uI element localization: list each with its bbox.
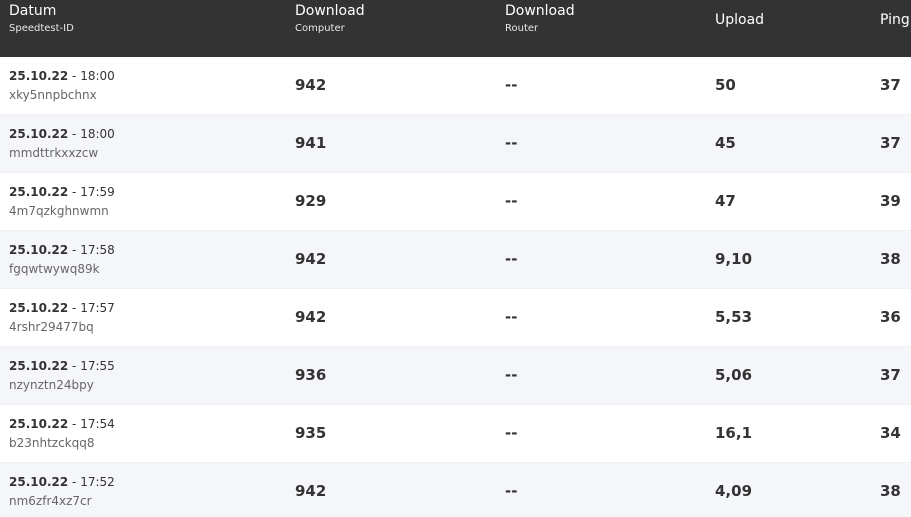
test-date: 25.10.22 <box>9 301 69 315</box>
table-row[interactable]: 25.10.22 - 17:55 nzynztn24bpy 936 -- 5,0… <box>0 347 911 405</box>
upload-value: 5,53 <box>715 308 753 326</box>
test-time: - 17:58 <box>72 243 115 257</box>
test-date: 25.10.22 <box>9 243 69 257</box>
download-router-value: -- <box>505 366 518 384</box>
date-cell: 25.10.22 - 18:00 mmdttrkxxzcw <box>9 127 115 161</box>
test-time: - 17:52 <box>72 475 115 489</box>
ping-value: 34 <box>880 424 901 442</box>
test-time: - 18:00 <box>72 69 115 83</box>
column-header-download-router-label: Download <box>505 3 575 19</box>
download-router-value: -- <box>505 250 518 268</box>
table-row[interactable]: 25.10.22 - 18:00 xky5nnpbchnx 942 -- 50 … <box>0 57 911 115</box>
speedtest-id: fgqwtwywq89k <box>9 262 100 276</box>
ping-value: 39 <box>880 192 901 210</box>
download-computer-value: 935 <box>295 424 327 442</box>
column-header-download-computer[interactable]: Download Computer <box>295 0 365 57</box>
date-cell: 25.10.22 - 17:54 b23nhtzckqq8 <box>9 417 115 451</box>
upload-value: 45 <box>715 134 736 152</box>
download-router-value: -- <box>505 308 518 326</box>
test-time: - 17:59 <box>72 185 115 199</box>
table-row[interactable]: 25.10.22 - 17:54 b23nhtzckqq8 935 -- 16,… <box>0 405 911 463</box>
ping-value: 37 <box>880 366 901 384</box>
date-cell: 25.10.22 - 17:57 4rshr29477bq <box>9 301 115 335</box>
ping-value: 37 <box>880 76 901 94</box>
upload-value: 5,06 <box>715 366 753 384</box>
download-router-value: -- <box>505 424 518 442</box>
test-time: - 17:54 <box>72 417 115 431</box>
column-header-ping-label: Ping <box>880 12 910 28</box>
test-time: - 18:00 <box>72 127 115 141</box>
upload-value: 47 <box>715 192 736 210</box>
column-header-date[interactable]: Datum Speedtest-ID <box>9 0 74 57</box>
download-computer-value: 942 <box>295 308 327 326</box>
upload-value: 50 <box>715 76 736 94</box>
speedtest-id: b23nhtzckqq8 <box>9 436 95 450</box>
upload-value: 16,1 <box>715 424 753 442</box>
upload-value: 4,09 <box>715 482 753 500</box>
upload-value: 9,10 <box>715 250 753 268</box>
speedtest-id: nzynztn24bpy <box>9 378 94 392</box>
ping-value: 38 <box>880 250 901 268</box>
column-header-download-computer-sub: Computer <box>295 23 345 34</box>
table-row[interactable]: 25.10.22 - 17:57 4rshr29477bq 942 -- 5,5… <box>0 289 911 347</box>
test-date: 25.10.22 <box>9 475 69 489</box>
column-header-ping[interactable]: Ping <box>880 0 910 57</box>
download-computer-value: 941 <box>295 134 327 152</box>
speedtest-id: 4rshr29477bq <box>9 320 94 334</box>
column-header-date-sub: Speedtest-ID <box>9 23 74 34</box>
download-router-value: -- <box>505 134 518 152</box>
download-computer-value: 942 <box>295 482 327 500</box>
download-computer-value: 942 <box>295 250 327 268</box>
date-cell: 25.10.22 - 17:58 fgqwtwywq89k <box>9 243 115 277</box>
speedtest-id: mmdttrkxxzcw <box>9 146 99 160</box>
speedtest-id: nm6zfr4xz7cr <box>9 494 92 508</box>
ping-value: 38 <box>880 482 901 500</box>
download-router-value: -- <box>505 482 518 500</box>
table-header: Datum Speedtest-ID Download Computer Dow… <box>0 0 911 57</box>
date-cell: 25.10.22 - 17:52 nm6zfr4xz7cr <box>9 475 115 509</box>
table-row[interactable]: 25.10.22 - 18:00 mmdttrkxxzcw 941 -- 45 … <box>0 115 911 173</box>
ping-value: 36 <box>880 308 901 326</box>
download-router-value: -- <box>505 76 518 94</box>
column-header-date-label: Datum <box>9 3 57 19</box>
column-header-upload[interactable]: Upload <box>715 0 764 57</box>
date-cell: 25.10.22 - 17:55 nzynztn24bpy <box>9 359 115 393</box>
test-date: 25.10.22 <box>9 185 69 199</box>
download-computer-value: 929 <box>295 192 327 210</box>
column-header-download-router-sub: Router <box>505 23 539 34</box>
speedtest-id: xky5nnpbchnx <box>9 88 97 102</box>
column-header-download-computer-label: Download <box>295 3 365 19</box>
test-date: 25.10.22 <box>9 69 69 83</box>
test-date: 25.10.22 <box>9 417 69 431</box>
date-cell: 25.10.22 - 17:59 4m7qzkghnwmn <box>9 185 115 219</box>
download-computer-value: 936 <box>295 366 327 384</box>
test-date: 25.10.22 <box>9 127 69 141</box>
test-time: - 17:55 <box>72 359 115 373</box>
test-time: - 17:57 <box>72 301 115 315</box>
speedtest-results-table: Datum Speedtest-ID Download Computer Dow… <box>0 0 911 517</box>
column-header-upload-label: Upload <box>715 12 765 28</box>
date-cell: 25.10.22 - 18:00 xky5nnpbchnx <box>9 69 115 103</box>
table-row[interactable]: 25.10.22 - 17:59 4m7qzkghnwmn 929 -- 47 … <box>0 173 911 231</box>
download-router-value: -- <box>505 192 518 210</box>
speedtest-id: 4m7qzkghnwmn <box>9 204 109 218</box>
ping-value: 37 <box>880 134 901 152</box>
download-computer-value: 942 <box>295 76 327 94</box>
column-header-download-router[interactable]: Download Router <box>505 0 575 57</box>
table-row[interactable]: 25.10.22 - 17:58 fgqwtwywq89k 942 -- 9,1… <box>0 231 911 289</box>
test-date: 25.10.22 <box>9 359 69 373</box>
table-row[interactable]: 25.10.22 - 17:52 nm6zfr4xz7cr 942 -- 4,0… <box>0 463 911 517</box>
